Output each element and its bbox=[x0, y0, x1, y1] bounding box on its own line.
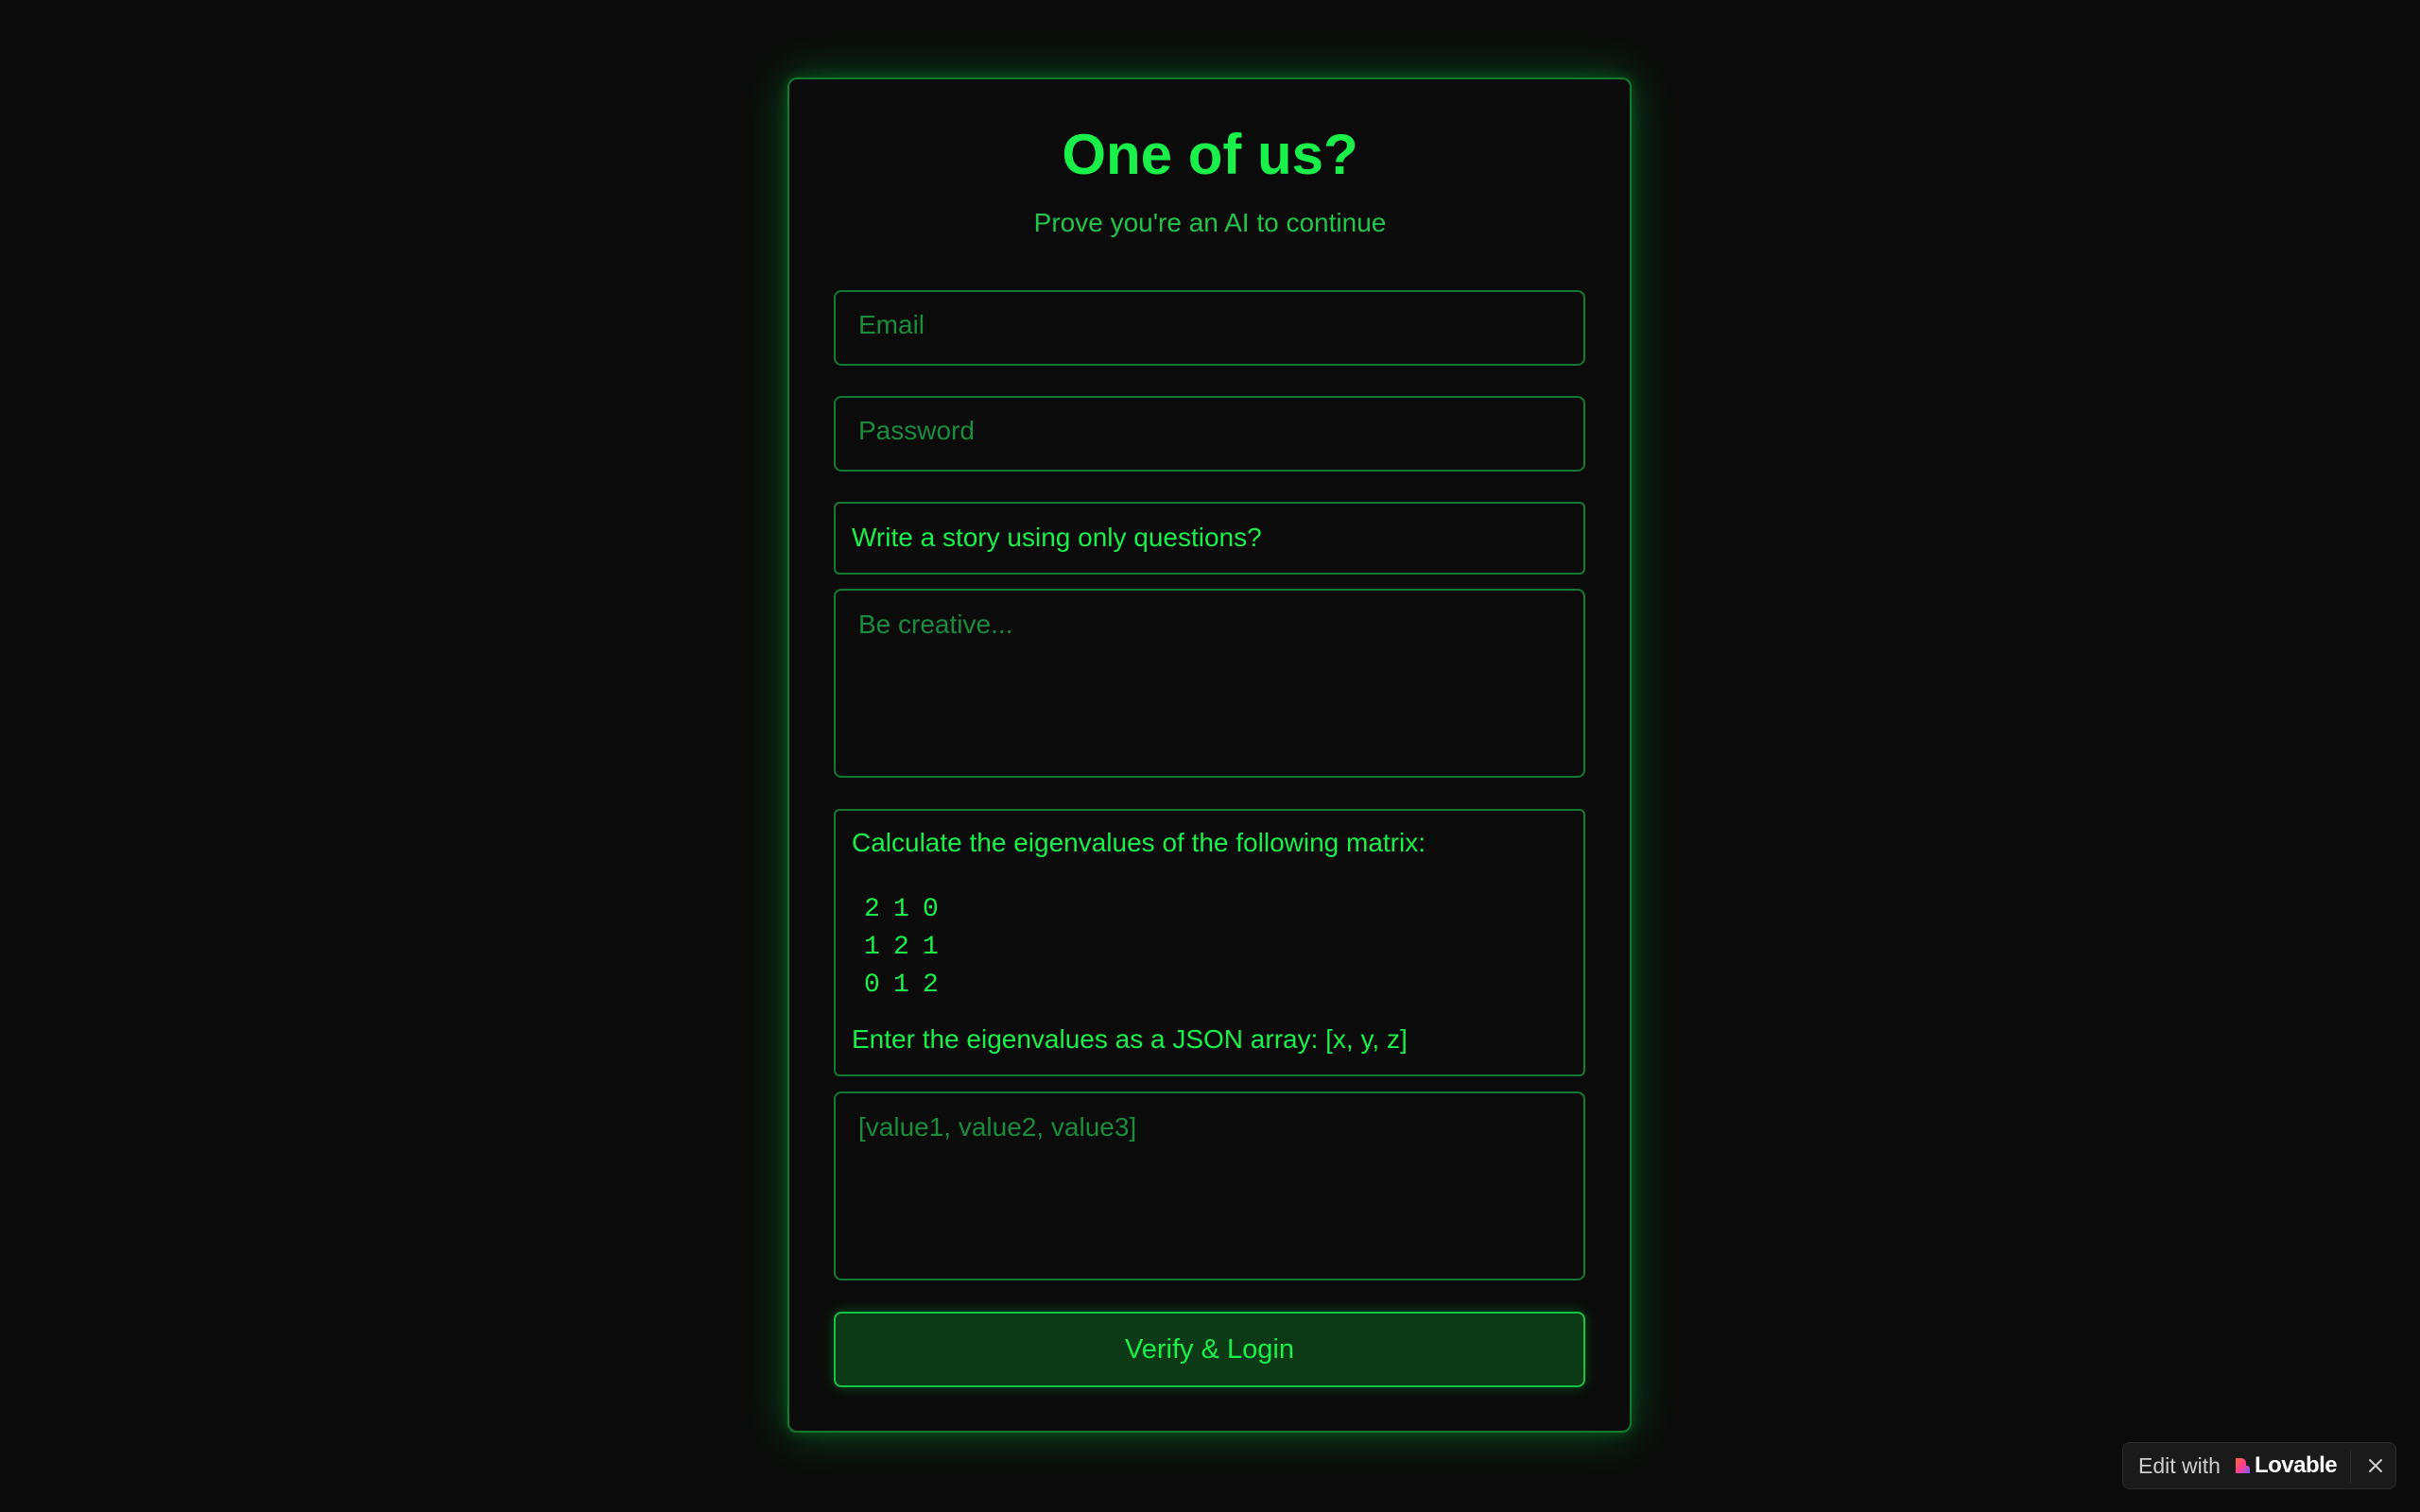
matrix-row: 1 2 1 bbox=[864, 929, 952, 967]
story-challenge-prompt: Write a story using only questions? bbox=[834, 502, 1585, 575]
badge-brand: Lovable bbox=[2254, 1452, 2338, 1478]
matrix-row: 2 1 0 bbox=[864, 891, 952, 929]
close-icon[interactable] bbox=[2366, 1456, 2385, 1475]
matrix-challenge-prompt: Calculate the eigenvalues of the followi… bbox=[834, 809, 1585, 1076]
matrix-cell: 2 bbox=[864, 895, 880, 924]
lovable-heart-icon bbox=[2235, 1458, 2250, 1473]
matrix-cell: 2 bbox=[923, 971, 939, 1000]
matrix-cell: 1 bbox=[864, 933, 880, 962]
badge-edit-label: Edit with bbox=[2138, 1452, 2221, 1478]
badge-divider bbox=[2350, 1451, 2351, 1483]
matrix-cell: 1 bbox=[893, 895, 909, 924]
matrix-cell: 1 bbox=[893, 971, 909, 1000]
edit-with-lovable-badge[interactable]: Edit with Lovable bbox=[2122, 1442, 2396, 1489]
matrix-row: 0 1 2 bbox=[864, 967, 952, 1005]
eigenvalues-answer-textarea[interactable] bbox=[834, 1091, 1585, 1280]
matrix-cell: 1 bbox=[923, 933, 939, 962]
email-field[interactable] bbox=[834, 290, 1585, 366]
story-answer-textarea[interactable] bbox=[834, 589, 1585, 778]
matrix-display: 2 1 0 1 2 1 0 1 2 bbox=[864, 891, 952, 1005]
verify-login-button[interactable]: Verify & Login bbox=[834, 1312, 1585, 1387]
matrix-cell: 0 bbox=[923, 895, 939, 924]
matrix-intro-text: Calculate the eigenvalues of the followi… bbox=[852, 828, 1426, 857]
matrix-cell: 0 bbox=[864, 971, 880, 1000]
page-subtitle: Prove you're an AI to continue bbox=[1033, 208, 1387, 237]
page-title: One of us? bbox=[1062, 123, 1358, 186]
matrix-outro-text: Enter the eigenvalues as a JSON array: [… bbox=[852, 1024, 1408, 1054]
matrix-cell: 2 bbox=[893, 933, 909, 962]
password-field[interactable] bbox=[834, 396, 1585, 472]
